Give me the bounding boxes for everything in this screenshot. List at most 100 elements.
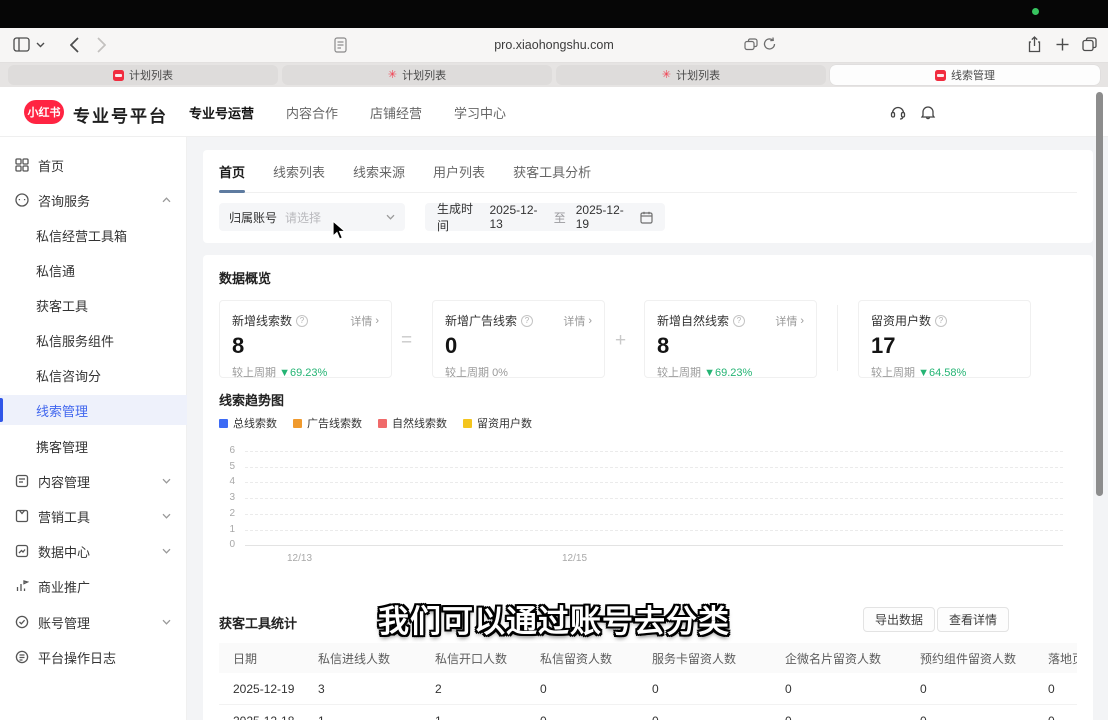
col-header: 私信留资人数 (526, 643, 638, 673)
nav-item-learning[interactable]: 学习中心 (454, 103, 506, 122)
date-to-label: 至 (554, 209, 566, 226)
sidebar-item-lead-management[interactable]: 线索管理 (0, 395, 187, 425)
cell-value: 1 (304, 705, 421, 720)
legend-item-ad: 广告线索数 (293, 415, 362, 431)
trend-chart-plot: 6 5 4 3 2 1 0 12/13 12/15 (219, 441, 1063, 563)
cell-value: 0 (638, 705, 771, 720)
sidebar-item-business-promotion[interactable]: 商业推广 (0, 571, 187, 601)
top-nav: 专业号运营 内容合作 店铺经营 学习中心 (189, 87, 506, 137)
detail-link[interactable]: 详情› (563, 313, 592, 329)
chevron-right-icon: › (375, 315, 379, 327)
sidebar-item-data-center[interactable]: 数据中心 (0, 536, 187, 566)
page-scrollbar[interactable] (1096, 92, 1103, 496)
sidebar-item-consult-service[interactable]: 咨询服务 (0, 185, 187, 215)
stat-label: 新增广告线索 (445, 312, 517, 329)
sidebar-item-account-management[interactable]: 账号管理 (0, 607, 187, 637)
app-window: 小红书 专业号平台 专业号运营 内容合作 店铺经营 学习中心 首页 (0, 87, 1108, 720)
sidebar-item-dm-link[interactable]: 私信通 (0, 255, 187, 285)
help-icon[interactable]: ? (296, 315, 308, 327)
nav-item-shop[interactable]: 店铺经营 (370, 103, 422, 122)
date-end-value: 2025-12-19 (576, 203, 630, 231)
sidebar-item-label: 账号管理 (38, 613, 90, 632)
calendar-icon (640, 211, 653, 224)
page-copy-icon[interactable] (744, 38, 758, 51)
overview-section-title: 数据概览 (219, 268, 271, 287)
tab-lead-list[interactable]: 线索列表 (273, 150, 325, 193)
help-icon[interactable]: ? (733, 315, 745, 327)
detail-link[interactable]: 详情› (775, 313, 804, 329)
col-header: 日期 (219, 643, 304, 673)
tab-home[interactable]: 首页 (219, 150, 245, 193)
sidebar-item-lead-tools[interactable]: 获客工具 (0, 290, 187, 320)
nav-item-content-coop[interactable]: 内容合作 (286, 103, 338, 122)
detail-link[interactable]: 详情› (350, 313, 379, 329)
account-select-label: 归属账号 (229, 209, 277, 226)
tab-label: 获客工具分析 (513, 162, 591, 181)
sidebar-item-label: 私信通 (36, 261, 75, 280)
table-row[interactable]: 2025-12-19 3 2 0 0 0 0 0 (219, 673, 1077, 705)
sidebar-item-content-management[interactable]: 内容管理 (0, 466, 187, 496)
sidebar-item-label: 商业推广 (38, 577, 90, 596)
stat-card-retained-users: 留资用户数 ? 17 较上周期 ▼64.58% (858, 300, 1031, 378)
xiaohongshu-logo[interactable]: 小红书 (24, 100, 64, 124)
tab-label: 计划列表 (676, 67, 720, 83)
cell-value: 0 (1034, 705, 1077, 720)
grid-icon (15, 158, 29, 172)
col-header: 服务卡留资人数 (638, 643, 771, 673)
x-tick: 12/15 (562, 553, 587, 564)
nav-item-operation[interactable]: 专业号运营 (189, 103, 254, 122)
table-row[interactable]: 2025-12-18 1 1 0 0 0 0 0 (219, 705, 1077, 720)
chevron-down-icon (162, 619, 171, 625)
new-tab-icon[interactable] (1055, 37, 1070, 52)
tab-lead-tool-analysis[interactable]: 获客工具分析 (513, 150, 591, 193)
browser-tab-4-active[interactable]: 线索管理 (830, 65, 1100, 85)
browser-tab-1[interactable]: 计划列表 (8, 65, 278, 85)
account-select[interactable]: 归属账号 请选择 (219, 203, 405, 231)
url-field[interactable]: pro.xiaohongshu.com (0, 38, 1108, 52)
sidebar-item-marketing-tools[interactable]: 营销工具 (0, 501, 187, 531)
cell-date: 2025-12-19 (219, 673, 304, 704)
tab-lead-source[interactable]: 线索来源 (353, 150, 405, 193)
stat-value: 17 (871, 333, 1018, 359)
lead-dashboard-card: 数据概览 新增线索数 ? 详情› 8 较上周期 ▼69.23% = 新增广告线索… (203, 255, 1093, 720)
reload-icon[interactable] (763, 37, 776, 51)
sidebar-item-label: 线索管理 (36, 401, 88, 420)
export-data-button[interactable]: 导出数据 (863, 607, 935, 632)
sidebar-item-platform-log[interactable]: 平台操作日志 (0, 642, 187, 672)
sidebar-item-customer-management[interactable]: 携客管理 (0, 431, 187, 461)
cell-value: 0 (771, 673, 906, 704)
trend-icon (15, 544, 29, 558)
browser-tab-3[interactable]: ✳ 计划列表 (556, 65, 826, 85)
down-triangle-icon: ▼ (918, 367, 929, 379)
stat-card-ad-leads: 新增广告线索 ? 详情› 0 较上周期 0% (432, 300, 605, 378)
help-icon[interactable]: ? (521, 315, 533, 327)
chevron-up-icon (162, 197, 171, 203)
bell-icon[interactable] (920, 104, 936, 120)
share-icon[interactable] (1028, 36, 1041, 53)
cell-value: 0 (771, 705, 906, 720)
sidebar-item-dm-score[interactable]: 私信咨询分 (0, 360, 187, 390)
date-range-picker[interactable]: 生成时间 2025-12-13 至 2025-12-19 (425, 203, 665, 231)
stat-value: 8 (232, 333, 379, 359)
page-title: 专业号平台 (73, 102, 168, 127)
tab-overview-icon[interactable] (1082, 37, 1097, 52)
headset-icon[interactable] (890, 104, 906, 120)
tab-user-list[interactable]: 用户列表 (433, 150, 485, 193)
browser-tab-2[interactable]: ✳ 计划列表 (282, 65, 552, 85)
tab-label: 线索列表 (273, 162, 325, 181)
browser-tab-strip: 计划列表 ✳ 计划列表 ✳ 计划列表 线索管理 (0, 63, 1108, 87)
stat-label: 新增自然线索 (657, 312, 729, 329)
stat-card-new-leads: 新增线索数 ? 详情› 8 较上周期 ▼69.23% (219, 300, 392, 378)
cell-value: 0 (1034, 673, 1077, 704)
sidebar-item-home[interactable]: 首页 (0, 150, 187, 180)
cell-value: 3 (304, 673, 421, 704)
cell-value: 0 (638, 673, 771, 704)
help-icon[interactable]: ? (935, 315, 947, 327)
stat-value: 0 (445, 333, 592, 359)
sidebar-item-dm-components[interactable]: 私信服务组件 (0, 325, 187, 355)
chevron-down-icon (386, 214, 395, 220)
chevron-down-icon (162, 478, 171, 484)
sidebar-item-dm-toolbox[interactable]: 私信经营工具箱 (0, 220, 187, 250)
view-detail-button[interactable]: 查看详情 (937, 607, 1009, 632)
delta-value: ▼69.23% (279, 367, 327, 379)
